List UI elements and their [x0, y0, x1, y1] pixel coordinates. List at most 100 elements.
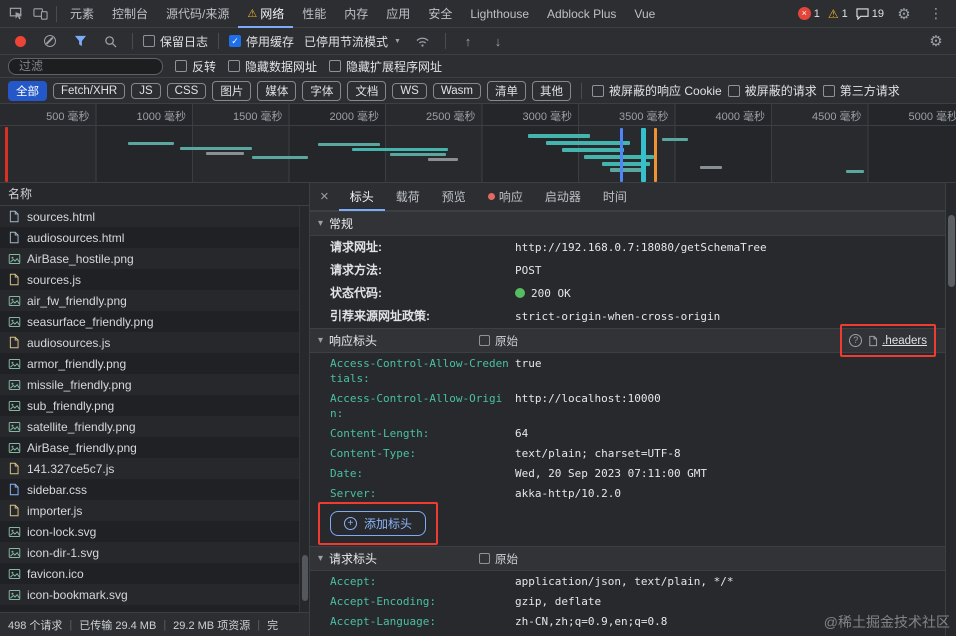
type-filter-chip[interactable]: Fetch/XHR: [53, 83, 125, 99]
file-type-icon: [8, 462, 21, 475]
more-menu-icon[interactable]: ⋮: [924, 2, 948, 26]
filter-toggle-button[interactable]: [68, 29, 92, 53]
response-headers-section-header[interactable]: ▾ 响应标头 原始 ? .headers: [310, 328, 945, 353]
request-row[interactable]: importer.js: [0, 500, 309, 521]
request-raw-checkbox[interactable]: 原始: [479, 551, 518, 567]
blocked-requests-checkbox[interactable]: 被屏蔽的请求: [728, 82, 817, 99]
invert-checkbox[interactable]: 反转: [175, 58, 216, 75]
devtools-tab[interactable]: ⚠ Lighthouse: [461, 0, 538, 28]
type-filter-chip[interactable]: CSS: [167, 83, 207, 99]
detail-tab[interactable]: 启动器: [534, 183, 592, 211]
header-name: Content-Length:: [330, 426, 515, 441]
type-filter-chip[interactable]: 其他: [532, 81, 571, 101]
warning-badge[interactable]: ⚠ 1: [828, 7, 848, 21]
error-badge[interactable]: × 1: [798, 7, 820, 20]
request-row[interactable]: icon-bookmark.svg: [0, 584, 309, 605]
details-scrollbar[interactable]: [945, 183, 956, 636]
record-button[interactable]: [8, 29, 32, 53]
third-party-checkbox[interactable]: 第三方请求: [823, 82, 900, 99]
type-filter-chip[interactable]: Wasm: [433, 83, 481, 99]
devtools-tab[interactable]: ⚠ 应用: [377, 0, 419, 28]
request-row[interactable]: icon-lock.svg: [0, 521, 309, 542]
hide-data-urls-checkbox[interactable]: 隐藏数据网址: [228, 58, 317, 75]
type-filter-chip[interactable]: 图片: [212, 81, 251, 101]
clear-button[interactable]: [38, 29, 62, 53]
request-row[interactable]: 141.327ce5c7.js: [0, 458, 309, 479]
request-list-scrollbar[interactable]: [299, 206, 309, 612]
devtools-tab[interactable]: ⚠ 安全: [419, 0, 461, 28]
request-row[interactable]: audiosources.html: [0, 227, 309, 248]
type-filter-chip[interactable]: 清单: [487, 81, 526, 101]
response-raw-checkbox[interactable]: 原始: [479, 333, 518, 349]
add-header-button[interactable]: + 添加标头: [330, 511, 426, 536]
request-row[interactable]: sidebar.css: [0, 479, 309, 500]
detail-tab-bar: × 标头 载荷 预览 响应 启动器: [310, 183, 956, 211]
type-filter-chip[interactable]: JS: [131, 83, 160, 99]
override-dot-icon: [488, 193, 495, 200]
request-row[interactable]: armor_friendly.png: [0, 353, 309, 374]
type-filter-chip[interactable]: 媒体: [257, 81, 296, 101]
throttling-select[interactable]: 已停用节流模式 ▼: [300, 33, 405, 50]
filter-input[interactable]: [17, 58, 154, 74]
detail-tab[interactable]: 响应: [477, 183, 534, 211]
request-row[interactable]: sources.js: [0, 269, 309, 290]
network-conditions-button[interactable]: [411, 29, 435, 53]
waterfall-bar: [318, 143, 380, 146]
name-column-header[interactable]: 名称: [0, 183, 309, 206]
blocked-cookies-checkbox[interactable]: 被屏蔽的响应 Cookie: [592, 82, 722, 99]
preserve-log-label: 保留日志: [160, 33, 208, 50]
help-icon[interactable]: ?: [849, 334, 862, 347]
scrollbar-thumb[interactable]: [948, 215, 955, 287]
devtools-tab[interactable]: ⚠ 内存: [335, 0, 377, 28]
search-button[interactable]: [98, 29, 122, 53]
devtools-tab[interactable]: ⚠ 控制台: [103, 0, 157, 28]
type-filter-chip[interactable]: 字体: [302, 81, 341, 101]
type-filter-chip[interactable]: 全部: [8, 81, 47, 101]
request-row[interactable]: favicon.ico: [0, 563, 309, 584]
devtools-tab[interactable]: ⚠ 性能: [293, 0, 335, 28]
har-export-icon[interactable]: ↑: [456, 29, 480, 53]
request-row[interactable]: satellite_friendly.png: [0, 416, 309, 437]
request-row[interactable]: audiosources.js: [0, 332, 309, 353]
network-settings-gear-icon[interactable]: ⚙: [924, 29, 948, 53]
request-headers-section-header[interactable]: ▾ 请求标头 原始: [310, 546, 945, 571]
hide-extension-urls-checkbox[interactable]: 隐藏扩展程序网址: [329, 58, 442, 75]
general-section-header[interactable]: ▾ 常规: [310, 211, 945, 236]
wifi-icon: [415, 35, 430, 48]
headers-link[interactable]: .headers: [868, 335, 927, 347]
type-filter-chip[interactable]: WS: [392, 83, 427, 99]
timeline-overview[interactable]: 500 毫秒1000 毫秒1500 毫秒2000 毫秒2500 毫秒3000 毫…: [0, 104, 956, 183]
request-row[interactable]: AirBase_hostile.png: [0, 248, 309, 269]
preserve-log-checkbox[interactable]: 保留日志: [143, 33, 208, 50]
close-details-icon[interactable]: ×: [310, 188, 339, 205]
detail-tab[interactable]: 标头: [339, 183, 385, 211]
devtools-tab[interactable]: ⚠ Adblock Plus: [538, 0, 625, 28]
devtools-tab[interactable]: ⚠ 源代码/来源: [157, 0, 238, 28]
request-row[interactable]: sub_friendly.png: [0, 395, 309, 416]
search-icon: [104, 35, 117, 48]
request-row[interactable]: air_fw_friendly.png: [0, 290, 309, 311]
scrollbar-thumb[interactable]: [302, 555, 308, 601]
detail-tab[interactable]: 载荷: [385, 183, 431, 211]
issues-bubble-icon: [856, 8, 869, 20]
devtools-tab[interactable]: ⚠ Vue: [625, 0, 664, 28]
type-filter-chip[interactable]: 文档: [347, 81, 386, 101]
file-type-icon: [8, 400, 21, 412]
devtools-tab[interactable]: ⚠ 网络: [238, 0, 293, 28]
disable-cache-checkbox[interactable]: ✓ 停用缓存: [229, 33, 294, 50]
inspect-element-icon[interactable]: [4, 2, 28, 26]
timeline-label: 500 毫秒: [0, 104, 97, 125]
devtools-window: ⚠ 元素 ⚠ 控制台 ⚠ 源代码/来源 ⚠ 网络 ⚠ 性能 ⚠ 内存 ⚠ 应用: [0, 0, 956, 636]
request-row[interactable]: AirBase_friendly.png: [0, 437, 309, 458]
devtools-tab[interactable]: ⚠ 元素: [61, 0, 103, 28]
detail-tab[interactable]: 时间: [592, 183, 638, 211]
har-import-icon[interactable]: ↓: [486, 29, 510, 53]
device-toolbar-icon[interactable]: [28, 2, 52, 26]
request-row[interactable]: sources.html: [0, 206, 309, 227]
request-row[interactable]: seasurface_friendly.png: [0, 311, 309, 332]
issues-badge[interactable]: 19: [856, 8, 884, 20]
settings-gear-icon[interactable]: ⚙: [892, 2, 916, 26]
detail-tab[interactable]: 预览: [431, 183, 477, 211]
request-row[interactable]: icon-dir-1.svg: [0, 542, 309, 563]
request-row[interactable]: missile_friendly.png: [0, 374, 309, 395]
